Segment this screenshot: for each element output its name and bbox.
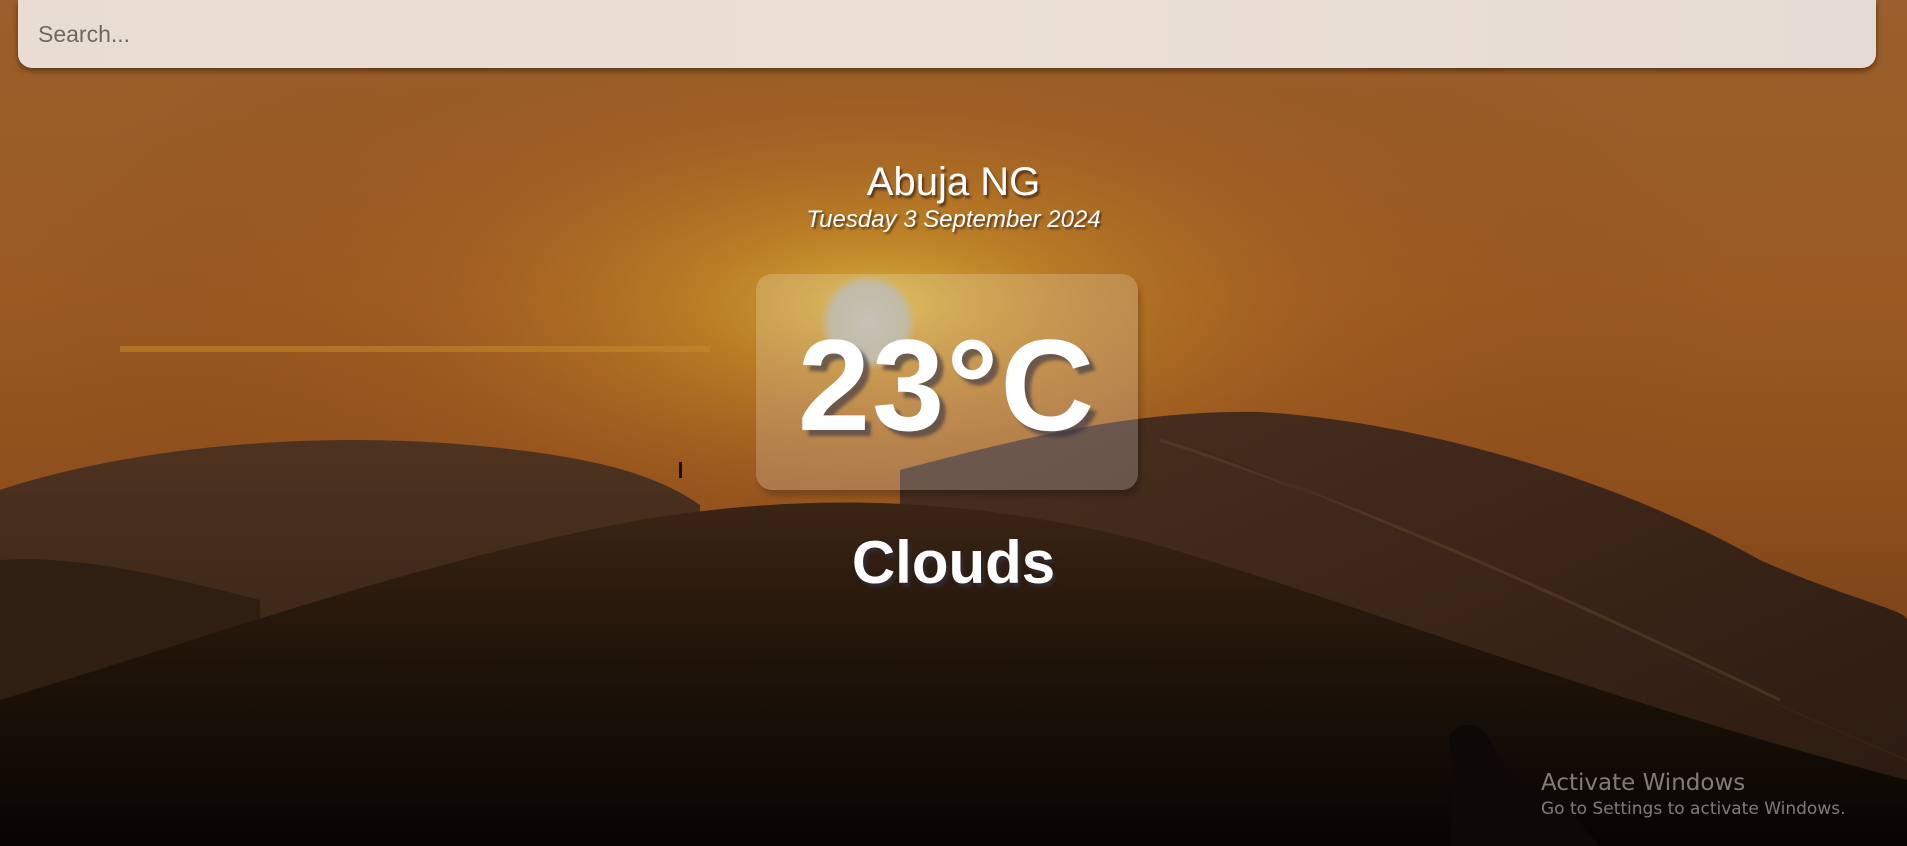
windows-activation-watermark: Activate Windows Go to Settings to activ… [1541,768,1846,820]
activate-title: Activate Windows [1541,770,1746,796]
weather-condition: Clouds [851,529,1056,596]
location-name: Abuja NG [866,160,1041,204]
temperature-card: 23°C [756,274,1138,490]
current-date: Tuesday 3 September 2024 [806,206,1101,233]
search-bar[interactable] [18,0,1876,68]
search-input[interactable] [18,0,1876,68]
weather-app: Abuja NG Tuesday 3 September 2024 23°C C… [0,0,1907,846]
temperature-value: 23°C [797,312,1097,458]
activate-subtitle: Go to Settings to activate Windows. [1541,799,1846,819]
